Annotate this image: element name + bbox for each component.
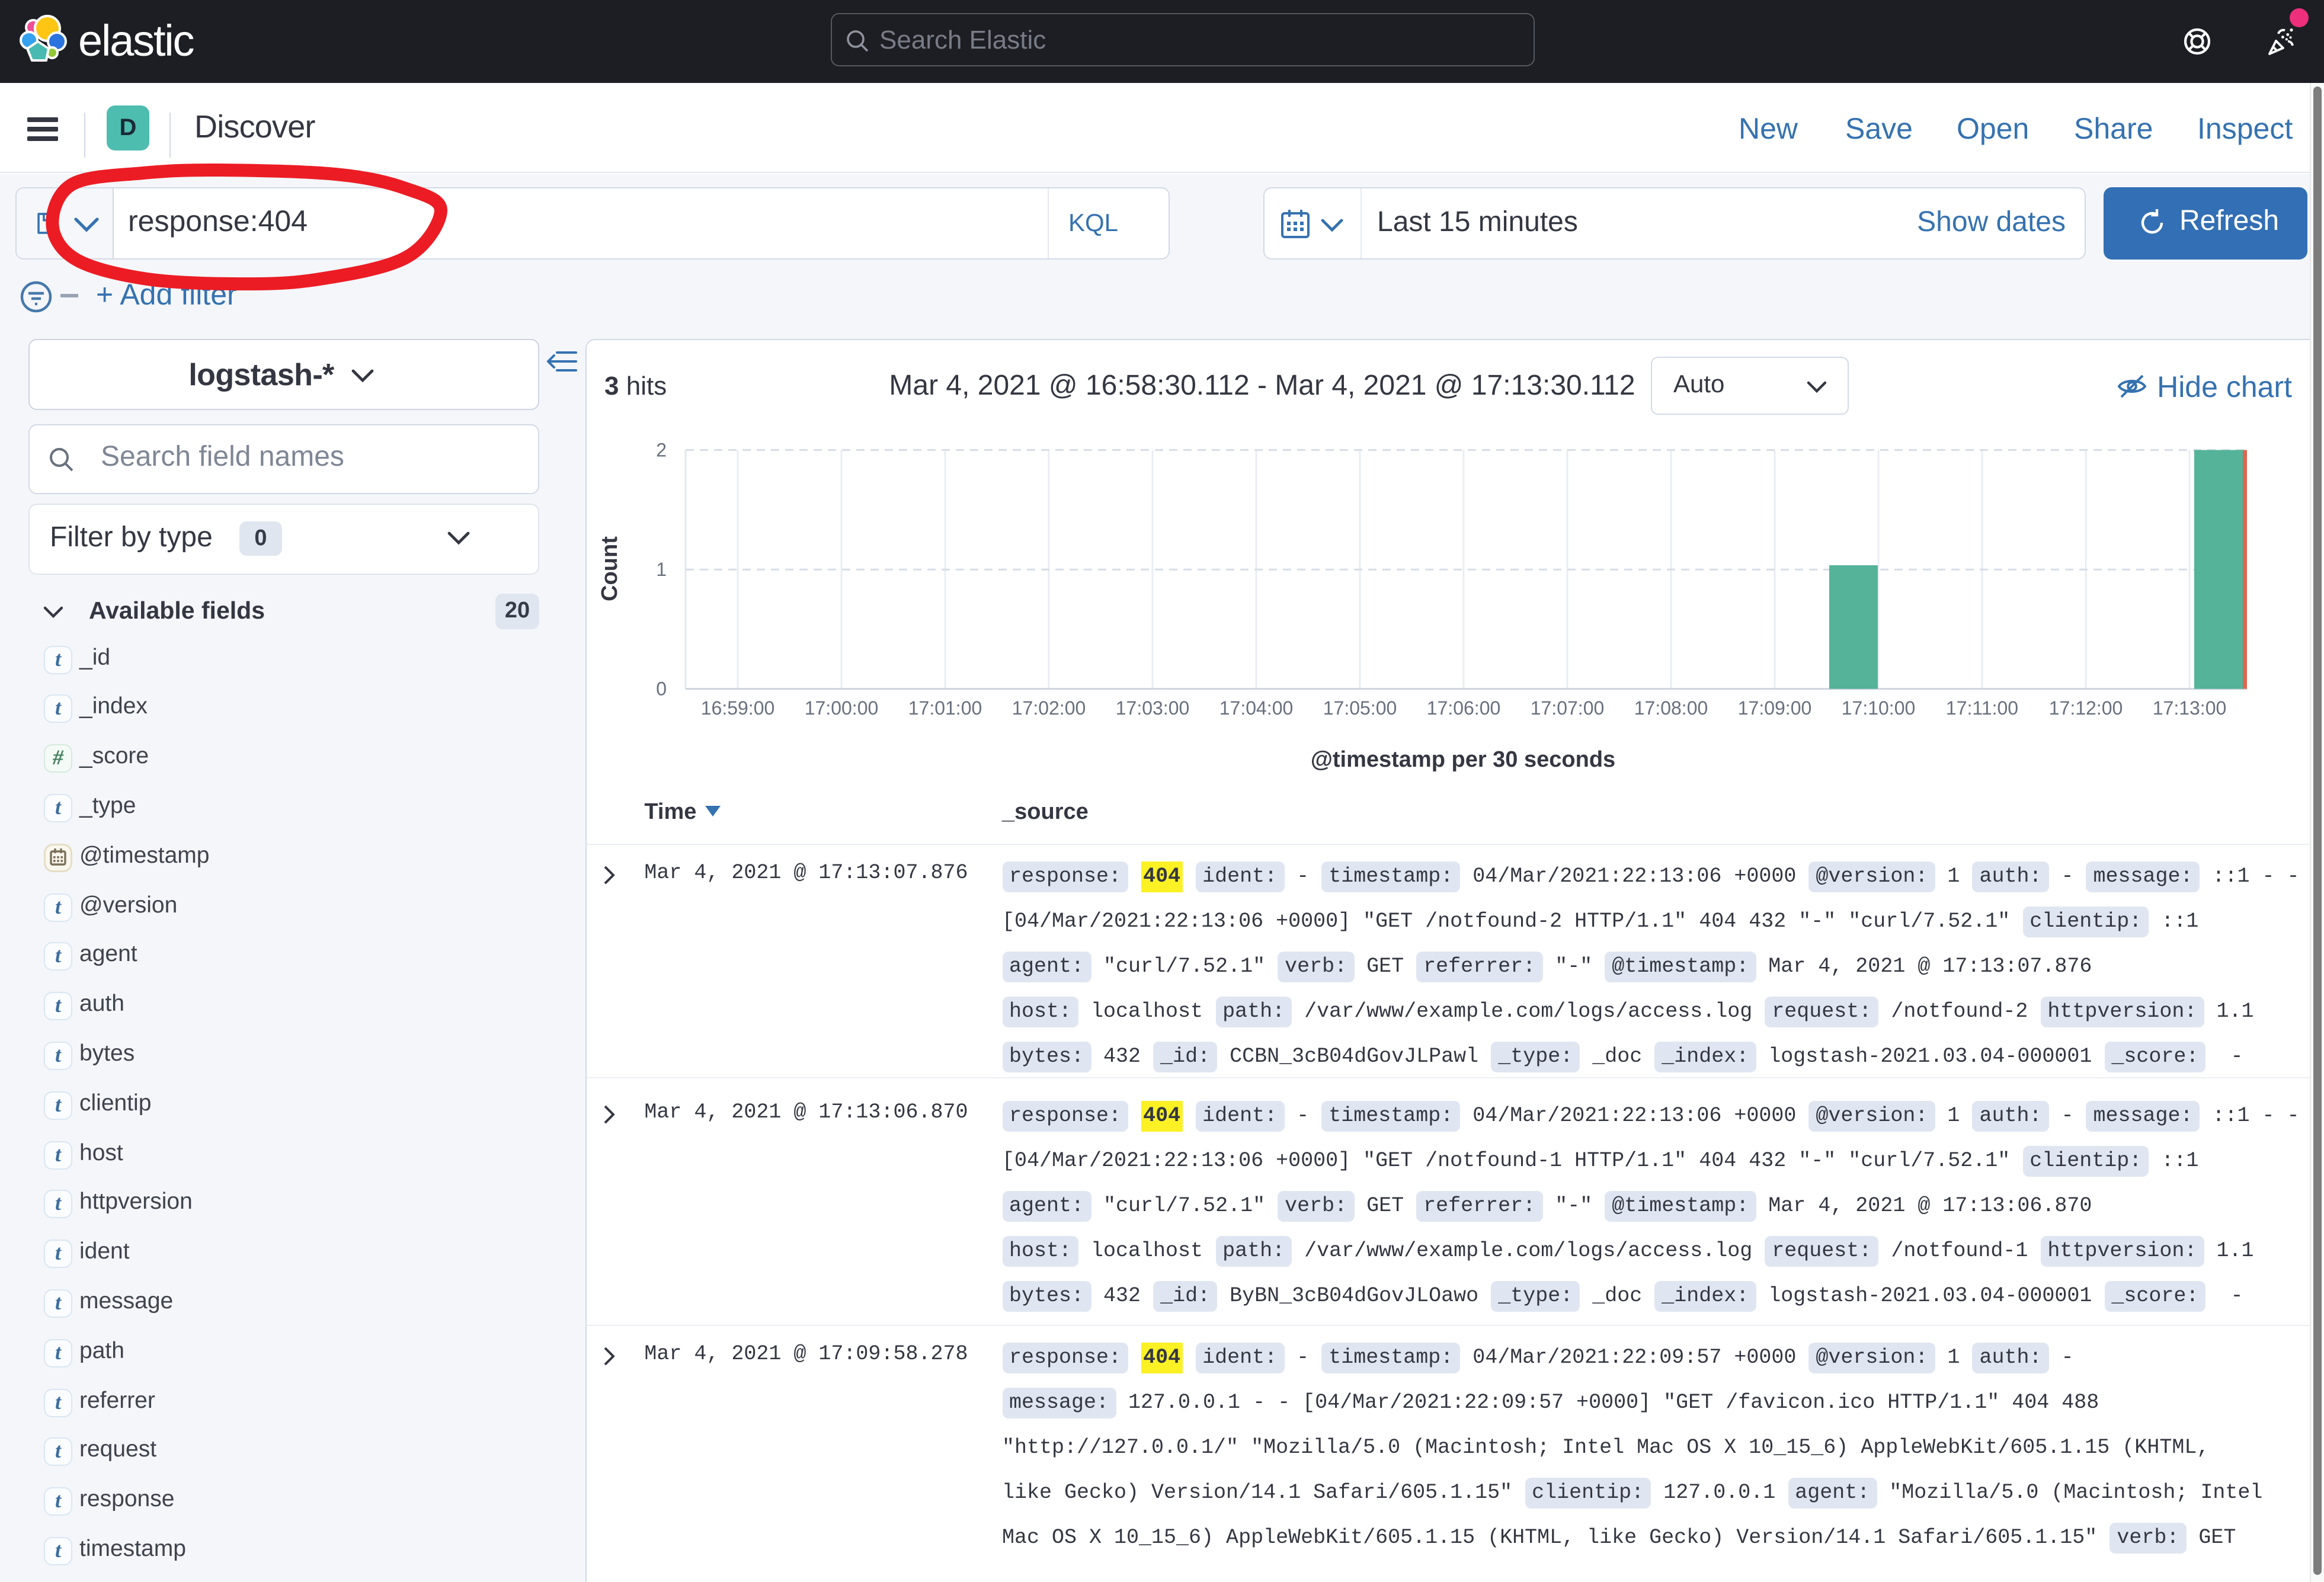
svg-text:2: 2 bbox=[656, 440, 667, 461]
svg-text:17:13:00: 17:13:00 bbox=[2153, 697, 2227, 719]
svg-text:17:02:00: 17:02:00 bbox=[1012, 697, 1086, 719]
svg-text:17:00:00: 17:00:00 bbox=[805, 697, 879, 719]
svg-text:17:03:00: 17:03:00 bbox=[1116, 697, 1190, 719]
svg-text:17:08:00: 17:08:00 bbox=[1634, 697, 1708, 719]
svg-text:17:12:00: 17:12:00 bbox=[2049, 697, 2123, 719]
svg-text:17:07:00: 17:07:00 bbox=[1531, 697, 1605, 719]
svg-text:17:05:00: 17:05:00 bbox=[1323, 697, 1397, 719]
svg-text:0: 0 bbox=[656, 678, 667, 700]
svg-text:1: 1 bbox=[656, 559, 667, 580]
svg-text:17:11:00: 17:11:00 bbox=[1946, 697, 2018, 719]
svg-text:17:10:00: 17:10:00 bbox=[1842, 697, 1916, 719]
svg-text:17:04:00: 17:04:00 bbox=[1219, 697, 1294, 719]
svg-text:17:01:00: 17:01:00 bbox=[908, 697, 982, 719]
svg-text:17:09:00: 17:09:00 bbox=[1738, 697, 1812, 719]
svg-text:17:06:00: 17:06:00 bbox=[1427, 697, 1501, 719]
svg-text:16:59:00: 16:59:00 bbox=[701, 697, 775, 719]
